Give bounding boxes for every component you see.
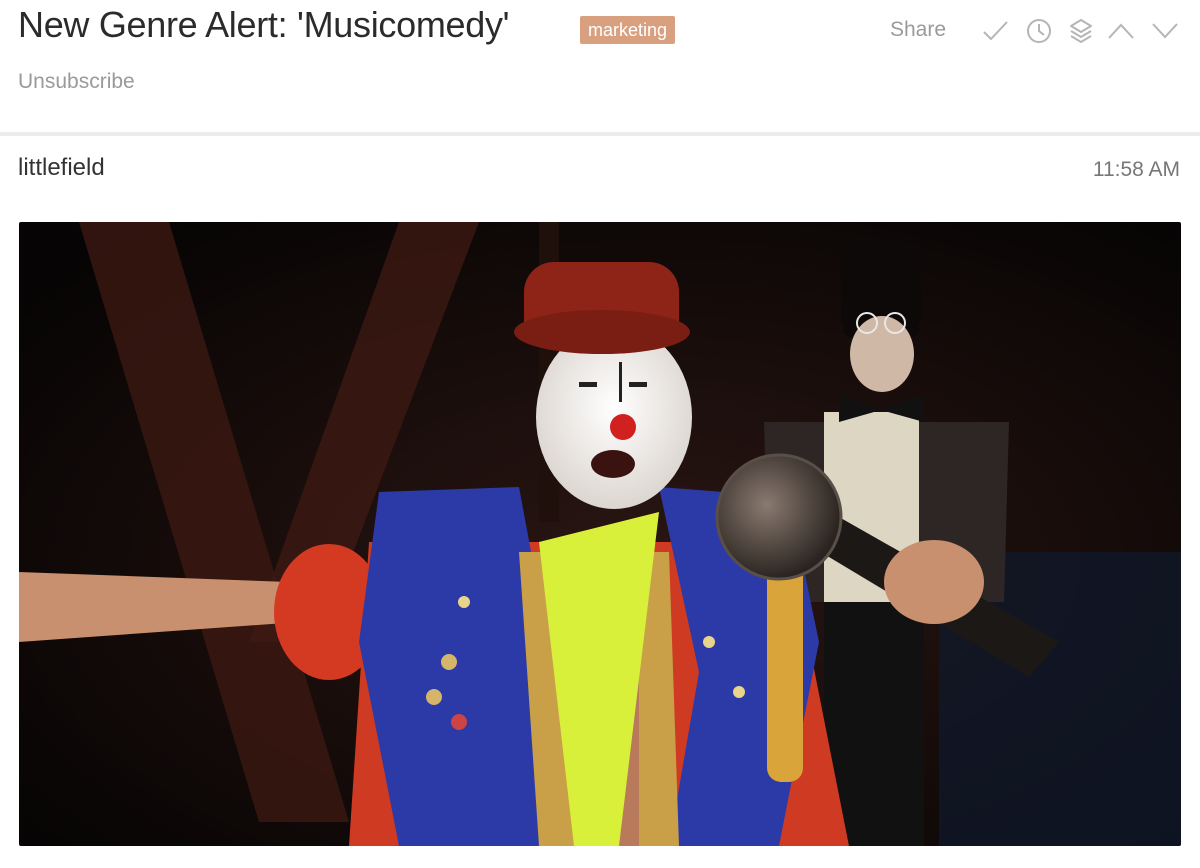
label-badge[interactable]: marketing xyxy=(580,16,676,44)
header-divider xyxy=(0,132,1200,136)
share-button[interactable]: Share xyxy=(890,18,946,42)
chevron-up-icon[interactable] xyxy=(1106,16,1136,46)
chevron-down-icon[interactable] xyxy=(1150,16,1180,46)
email-subject: New Genre Alert: 'Musicomedy' xyxy=(18,4,510,45)
checkmark-icon[interactable] xyxy=(980,16,1010,46)
sender-name: littlefield xyxy=(18,154,105,181)
layers-icon[interactable] xyxy=(1066,16,1096,46)
email-image xyxy=(19,222,1181,846)
unsubscribe-link[interactable]: Unsubscribe xyxy=(18,70,135,94)
clock-icon[interactable] xyxy=(1024,16,1054,46)
message-time: 11:58 AM xyxy=(1092,158,1180,181)
email-header: New Genre Alert: 'Musicomedy' marketing … xyxy=(0,0,1200,134)
